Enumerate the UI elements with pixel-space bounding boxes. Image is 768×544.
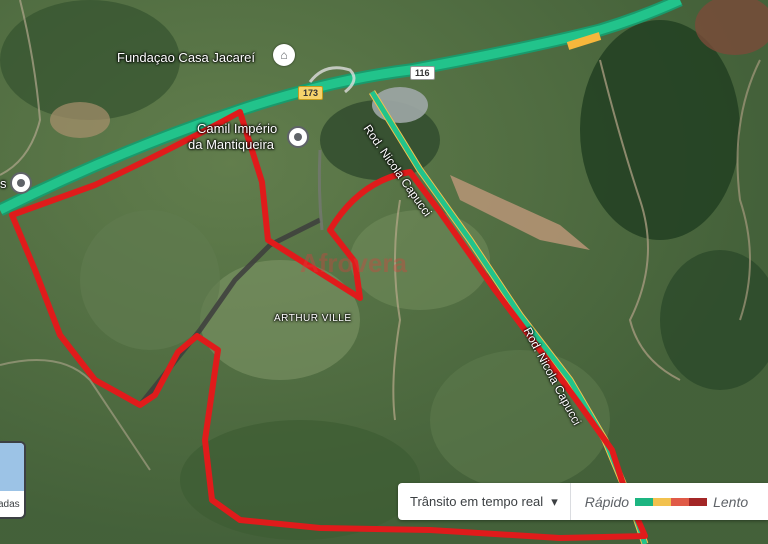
satellite-map[interactable]: Afrovera xyxy=(0,0,768,544)
layers-thumbnail xyxy=(0,443,24,491)
dropdown-arrow-icon: ▾ xyxy=(551,493,558,509)
traffic-swatch-fast xyxy=(635,497,654,506)
traffic-legend: Trânsito em tempo real ▾ Rápido Lento xyxy=(398,483,768,520)
place-label-camil-1[interactable]: Camil Império xyxy=(197,121,277,136)
location-pin-icon[interactable] xyxy=(287,126,309,148)
highway-shield-173: 173 xyxy=(298,86,324,100)
location-pin-icon-left[interactable] xyxy=(10,172,32,194)
watermark: Afrovera xyxy=(300,248,407,278)
traffic-swatch-moderate xyxy=(653,497,672,506)
traffic-fast-label: Rápido xyxy=(584,493,630,510)
traffic-selector[interactable]: Trânsito em tempo real ▾ xyxy=(398,483,571,520)
place-label-camil-2[interactable]: da Mantiqueira xyxy=(188,137,274,152)
traffic-swatch-slow xyxy=(671,497,690,506)
traffic-scale: Rápido Lento xyxy=(571,494,748,510)
traffic-swatch-very-slow xyxy=(689,497,708,506)
traffic-slow-label: Lento xyxy=(713,493,749,510)
traffic-selector-label: Trânsito em tempo real xyxy=(410,494,544,509)
neighborhood-label-arthur-ville[interactable]: ARTHUR VILLE xyxy=(274,313,352,324)
highway-shield-116: 116 xyxy=(410,66,435,80)
place-label-fundacao[interactable]: Fundaçao Casa Jacareí xyxy=(117,50,255,65)
place-label-left-edge[interactable]: s xyxy=(0,176,7,191)
layers-button[interactable]: adas xyxy=(0,441,26,519)
museum-icon[interactable]: ⌂ xyxy=(273,44,295,66)
layers-label: adas xyxy=(0,499,20,510)
